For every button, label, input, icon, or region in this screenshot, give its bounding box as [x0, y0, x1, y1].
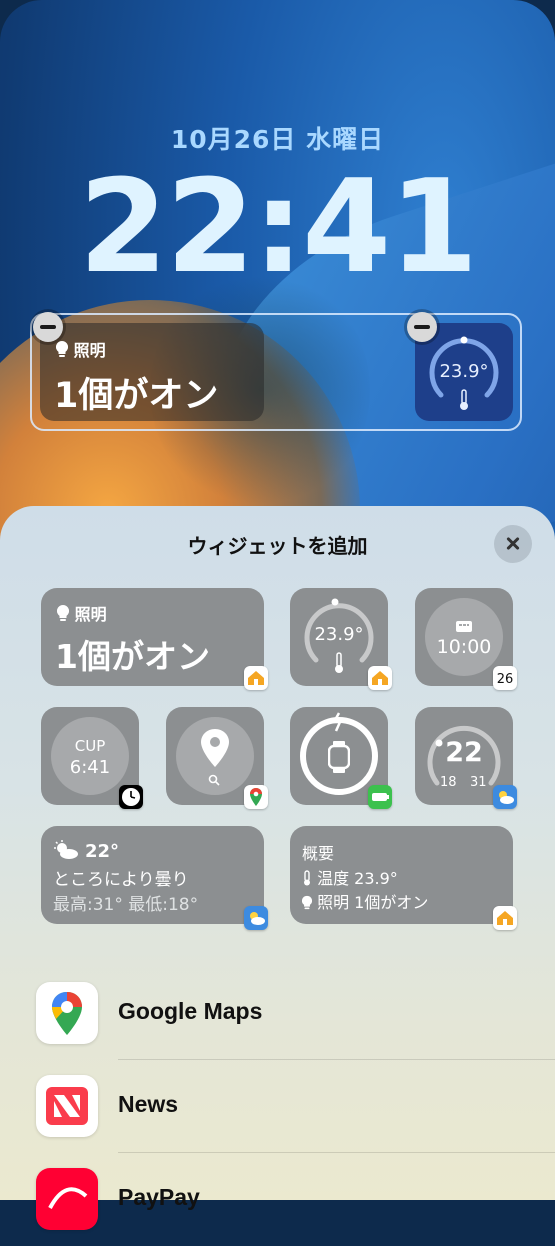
lockscreen-lights-widget[interactable]: 照明 1個がオン [40, 323, 264, 421]
close-button[interactable] [494, 525, 532, 563]
widget-label: 照明 [56, 601, 107, 625]
summary-lights-text: 照明 1個がオン [317, 893, 429, 912]
widget-lights[interactable]: 照明 1個がオン [41, 588, 268, 690]
widget-weather-gauge[interactable]: 22 18 31 [415, 707, 517, 809]
weather-high-temp: 31 [470, 775, 487, 790]
summary-temperature: 温度 23.9° [302, 865, 398, 889]
clock-city: CUP [74, 737, 106, 755]
app-name: Google Maps [118, 998, 263, 1024]
divider [118, 1059, 555, 1060]
thermometer-icon [302, 869, 312, 888]
home-app-icon [493, 906, 517, 930]
temperature-value: 23.9° [314, 624, 364, 645]
lightbulb-icon [301, 893, 313, 912]
remove-widget-button[interactable] [407, 312, 437, 342]
lights-label: 照明 [74, 605, 107, 624]
alarm-time: 10:00 [436, 636, 492, 658]
widget-battery[interactable] [290, 707, 392, 809]
news-icon [36, 1075, 98, 1137]
weather-low-temp: 18 [440, 775, 457, 790]
weather-condition: ところにより曇り [53, 870, 189, 890]
thermometer-icon [333, 652, 345, 678]
widget-temperature[interactable]: 23.9° [290, 588, 392, 690]
temperature-value: 23.9° [439, 361, 489, 382]
weather-app-icon [244, 906, 268, 930]
clock-app-icon [119, 785, 143, 809]
remove-widget-button[interactable] [33, 312, 63, 342]
lightbulb-icon [55, 340, 74, 360]
partly-cloudy-icon [53, 840, 79, 864]
summary-temperature-text: 温度 23.9° [317, 869, 398, 888]
alarm-icon [455, 618, 473, 637]
home-app-icon [244, 666, 268, 690]
summary-title: 概要 [302, 844, 335, 863]
calendar-app-icon: 26 [493, 666, 517, 690]
app-row-paypay[interactable]: PayPay [0, 1154, 555, 1246]
widget-weather[interactable]: 22° ところにより曇り 最高:31° 最低:18° [41, 826, 268, 930]
search-icon [208, 771, 220, 790]
widget-home-summary[interactable]: 概要 温度 23.9° 照明 1個がオン [290, 826, 517, 930]
widget-alarm[interactable]: 10:00 26 [415, 588, 517, 690]
app-row-google-maps[interactable]: Google Maps [0, 968, 555, 1060]
divider [118, 1152, 555, 1153]
watch-icon [327, 741, 351, 777]
thermometer-icon [458, 389, 470, 415]
widget-world-clock[interactable]: CUP 6:41 [41, 707, 143, 809]
location-pin-icon [201, 729, 229, 771]
summary-lights: 照明 1個がオン [301, 889, 429, 913]
lockscreen-time: 22:41 [78, 153, 478, 302]
lights-value: 1個がオン [54, 376, 219, 416]
widget-maps[interactable] [166, 707, 268, 809]
batteries-app-icon [368, 785, 392, 809]
home-app-icon [368, 666, 392, 690]
google-maps-app-icon [244, 785, 268, 809]
lights-label: 照明 [73, 341, 106, 360]
google-maps-icon [36, 982, 98, 1044]
lightbulb-icon [56, 604, 70, 624]
clock-time: 6:41 [69, 757, 111, 778]
weather-high-low: 最高:31° 最低:18° [53, 895, 199, 915]
paypay-icon [36, 1168, 98, 1230]
weather-temp: 22° [85, 841, 120, 862]
weather-current-temp: 22 [445, 737, 483, 768]
clock-disc [51, 717, 129, 795]
widget-label: 照明 [55, 337, 106, 361]
lights-value: 1個がオン [55, 637, 210, 676]
app-name: News [118, 1091, 179, 1117]
lockscreen-date[interactable]: 10月26日 水曜日 [0, 120, 555, 156]
app-row-news[interactable]: News [0, 1061, 555, 1153]
sheet-title: ウィジェットを追加 [187, 534, 368, 558]
weather-app-icon [493, 785, 517, 809]
app-name: PayPay [118, 1184, 200, 1210]
